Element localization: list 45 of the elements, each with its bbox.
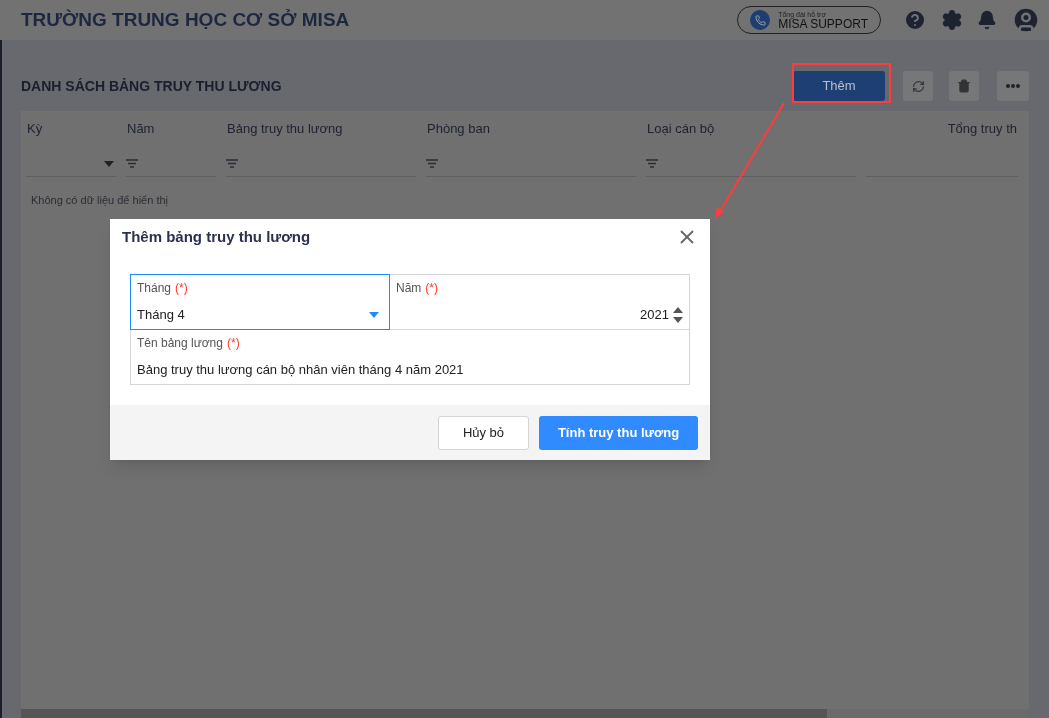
dialog-title: Thêm bảng truy thu lương [122,226,311,247]
required-mark: (*) [425,280,438,297]
more-icon [1006,84,1020,88]
trash-icon [957,79,971,93]
column-header[interactable]: Phòng ban [427,119,490,151]
filter-icon[interactable] [426,159,438,168]
column-header[interactable]: Kỳ [27,119,43,151]
column-header[interactable]: Bảng truy thu lương [227,119,343,151]
submit-button[interactable]: Tính truy thu lương [539,415,698,450]
horizontal-scrollbar[interactable] [21,709,1029,718]
notification-icon[interactable] [977,10,997,30]
delete-button[interactable] [949,71,979,101]
phone-icon [750,10,771,30]
support-label: MISA SUPPORT [778,17,868,30]
dropdown-caret-icon[interactable] [369,311,379,318]
user-avatar-icon[interactable] [1011,5,1041,35]
column-header[interactable]: Loại cán bộ [647,119,715,151]
field-label: Tên bảng lương [137,335,223,352]
empty-message: Không có dữ liệu để hiển thị [31,193,170,208]
month-select[interactable]: Tháng (*) Tháng 4 [130,274,390,330]
field-value: 2021 [640,306,669,324]
required-mark: (*) [226,335,240,352]
name-field[interactable]: Tên bảng lương (*) Bảng truy thu lương cán bộ nhân viên tháng 4 năm 2021 [130,329,690,385]
school-name: TRƯỜNG TRUNG HỌC CƠ SỞ MISA [21,7,350,32]
field-label: Năm [396,280,422,297]
help-icon[interactable] [903,8,927,32]
field-value: Bảng truy thu lương cán bộ nhân viên tháng 4 năm 2021 [137,361,464,379]
field-label: Tháng [137,280,172,297]
cancel-button[interactable]: Hủy bỏ [438,415,529,450]
dropdown-caret-icon[interactable] [104,160,114,167]
field-value: Tháng 4 [137,306,185,324]
column-header[interactable]: Năm [127,119,155,151]
filter-icon[interactable] [646,159,658,168]
filter-icon[interactable] [126,159,138,168]
spinner-arrows-icon[interactable] [673,305,683,324]
refresh-icon [911,79,925,93]
required-mark: (*) [175,280,188,297]
settings-icon[interactable] [941,9,963,31]
filter-icon[interactable] [226,159,238,168]
year-field[interactable]: Năm (*) 2021 [389,274,690,330]
refresh-button[interactable] [903,71,933,101]
add-button[interactable]: Thêm [793,71,885,101]
page-title: DANH SÁCH BẢNG TRUY THU LƯƠNG [21,76,282,96]
column-header[interactable]: Tổng truy th [947,119,1017,151]
more-button[interactable] [997,71,1029,101]
